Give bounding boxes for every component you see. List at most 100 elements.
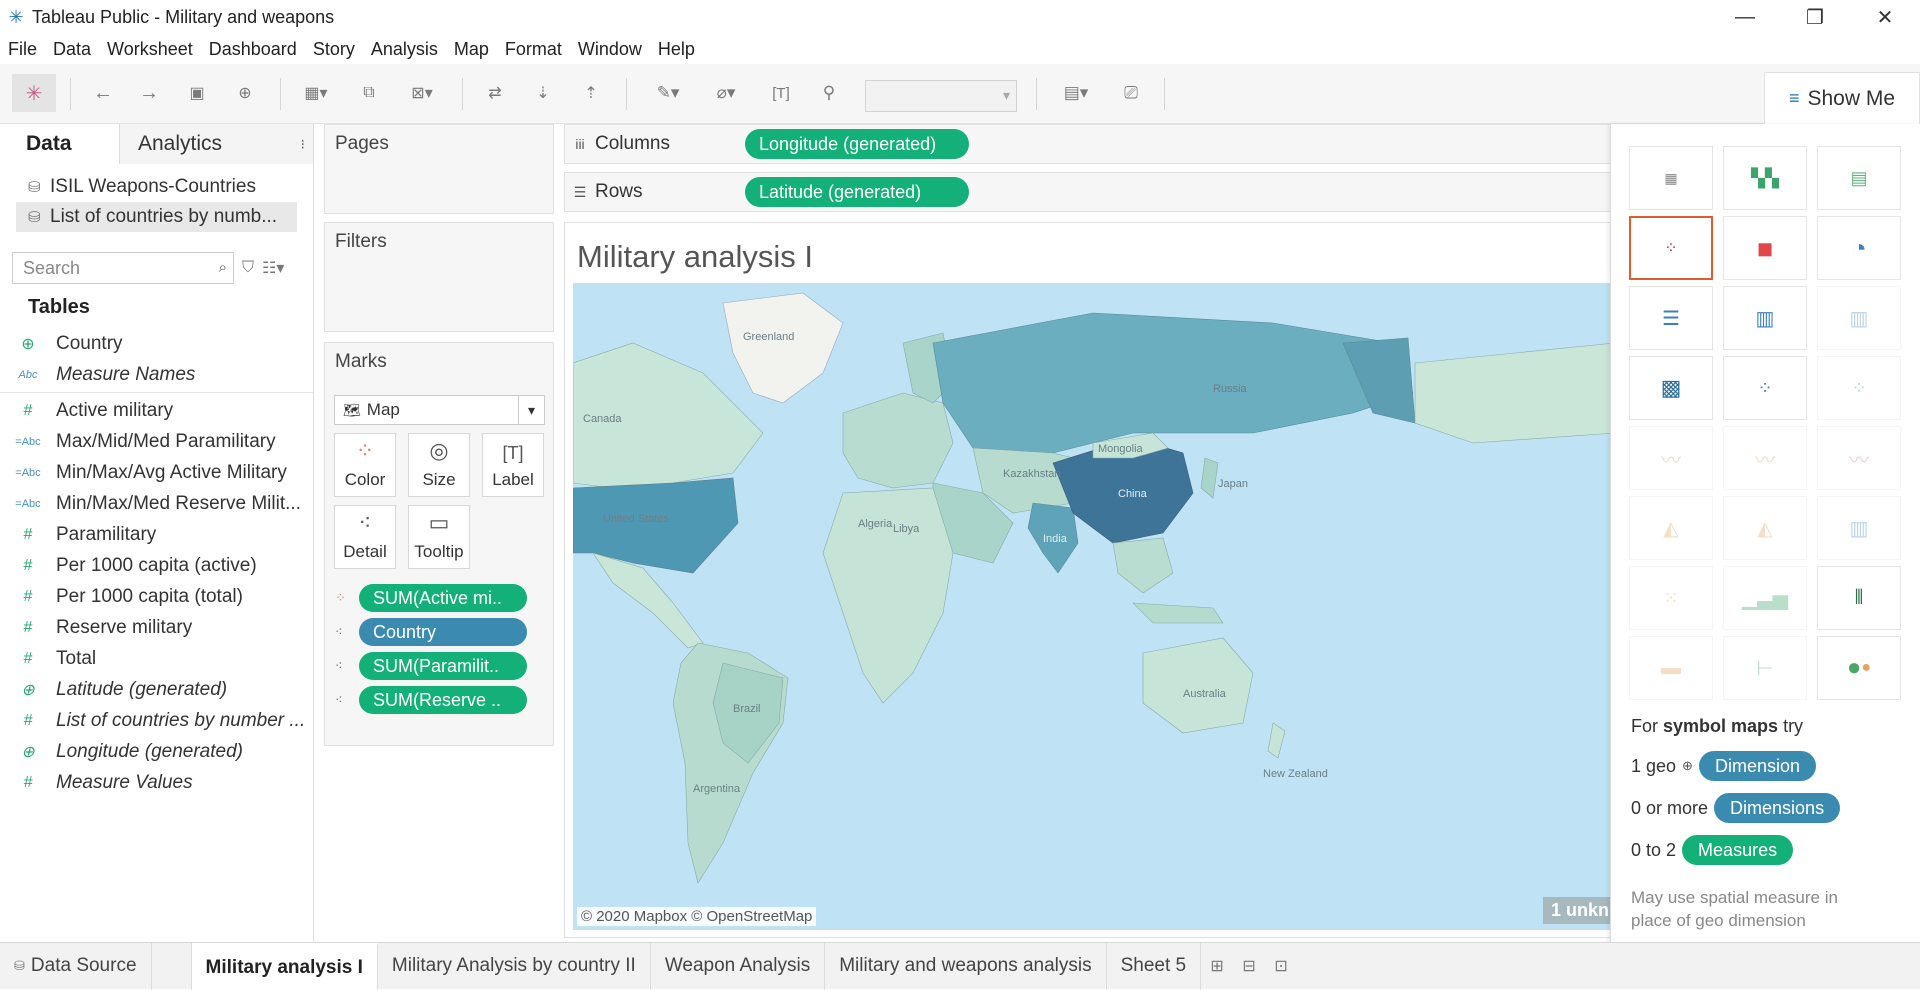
tab-military-analysis-by-country[interactable]: Military Analysis by country II — [378, 942, 651, 990]
packed-bubbles-chart-icon[interactable]: ● ● — [1817, 636, 1901, 700]
menu-help[interactable]: Help — [650, 39, 703, 60]
show-me-button[interactable]: ≡ Show Me — [1764, 72, 1920, 124]
circle-view-chart-icon[interactable]: ⁘ — [1723, 356, 1807, 420]
tab-sheet-5[interactable]: Sheet 5 — [1107, 942, 1202, 990]
menu-format[interactable]: Format — [497, 39, 570, 60]
tab-data[interactable]: Data — [0, 124, 120, 164]
detail-button[interactable]: ⁖ Detail — [334, 505, 396, 569]
mark-type-dropdown[interactable]: 🗺 Map ▾ — [334, 395, 545, 425]
new-worksheet-icon[interactable]: ▦▾ — [296, 74, 336, 112]
highlight-table-chart-icon[interactable]: ▤ — [1817, 146, 1901, 210]
swap-icon[interactable]: ⇄ — [480, 74, 510, 112]
redo-icon[interactable]: → — [134, 74, 164, 112]
datasource-item[interactable]: ⛁ ISIL Weapons-Countries — [0, 172, 313, 202]
new-datasource-icon[interactable]: ⊕ — [230, 74, 260, 112]
field-item[interactable]: Abc Measure Names — [0, 359, 313, 390]
new-story-icon[interactable]: ⊡ — [1265, 956, 1297, 976]
presentation-icon[interactable]: ⎚ — [1116, 74, 1146, 112]
field-item[interactable]: # List of countries by number ... — [0, 705, 313, 736]
marks-pill[interactable]: SUM(Paramilit.. — [359, 652, 527, 680]
sort-descending-icon[interactable]: ⇡ — [576, 74, 606, 112]
bullet-graph-chart-icon[interactable]: ⊢ — [1723, 636, 1807, 700]
tab-military-and-weapons-analysis[interactable]: Military and weapons analysis — [825, 942, 1107, 990]
heat-map-chart-icon[interactable]: ▚▚ — [1723, 146, 1807, 210]
tooltip-button[interactable]: ▭ Tooltip — [408, 505, 470, 569]
field-item[interactable]: # Paramilitary — [0, 519, 313, 550]
marks-pill[interactable]: SUM(Reserve .. — [359, 686, 527, 714]
tab-weapon-analysis[interactable]: Weapon Analysis — [651, 942, 826, 990]
pie-chart-icon[interactable]: ◔ — [1817, 216, 1901, 280]
clear-sheet-icon[interactable]: ⊠▾ — [402, 74, 442, 112]
pin-icon[interactable]: ⚲ — [814, 74, 844, 112]
rows-shelf[interactable]: ☰ Rows Latitude (generated) — [564, 172, 1614, 212]
area-discrete-chart-icon[interactable]: ◭ — [1723, 496, 1807, 560]
area-continuous-chart-icon[interactable]: ◭ — [1629, 496, 1713, 560]
view-options-icon[interactable]: ☷▾ — [262, 258, 284, 278]
labels-icon[interactable]: [T] — [766, 74, 796, 112]
line-continuous-chart-icon[interactable]: 〰 — [1629, 426, 1713, 490]
rows-pill[interactable]: Latitude (generated) — [745, 177, 969, 207]
save-icon[interactable]: ▣ — [182, 74, 212, 112]
restore-button[interactable]: ❐ — [1780, 0, 1850, 34]
box-whisker-chart-icon[interactable]: ⫴ — [1817, 566, 1901, 630]
filled-map[interactable]: Greenland Russia United States Canada Ch… — [573, 283, 1615, 930]
field-item[interactable]: ⊕ Latitude (generated) — [0, 674, 313, 705]
line-discrete-chart-icon[interactable]: 〰 — [1723, 426, 1807, 490]
field-item[interactable]: =Abc Max/Mid/Med Paramilitary — [0, 426, 313, 457]
tab-analytics[interactable]: Analytics — [120, 124, 313, 164]
treemap-chart-icon[interactable]: ▩ — [1629, 356, 1713, 420]
field-item[interactable]: # Active military — [0, 395, 313, 426]
undo-icon[interactable]: ← — [88, 74, 118, 112]
map-attribution[interactable]: © 2020 Mapbox © OpenStreetMap — [577, 907, 817, 926]
columns-pill[interactable]: Longitude (generated) — [745, 129, 969, 159]
scatter-plot-chart-icon[interactable]: ⁙ — [1629, 566, 1713, 630]
field-item[interactable]: ⊕ Longitude (generated) — [0, 736, 313, 767]
text-table-chart-icon[interactable]: ▦ — [1629, 146, 1713, 210]
new-worksheet-icon[interactable]: ⊞ — [1201, 956, 1233, 976]
menu-analysis[interactable]: Analysis — [363, 39, 446, 60]
side-by-side-circle-chart-icon[interactable]: ⁘ — [1817, 356, 1901, 420]
close-button[interactable]: ✕ — [1850, 0, 1920, 34]
stacked-bar-chart-icon[interactable]: ▥ — [1723, 286, 1807, 350]
new-dashboard-icon[interactable]: ⊟ — [1233, 956, 1265, 976]
tableau-home-icon[interactable]: ✳ — [12, 74, 56, 112]
field-item[interactable]: # Reserve military — [0, 612, 313, 643]
gantt-chart-icon[interactable]: ▬ — [1629, 636, 1713, 700]
unknown-indicator[interactable]: 1 unkn — [1543, 897, 1615, 924]
menu-worksheet[interactable]: Worksheet — [99, 39, 201, 60]
field-item[interactable]: # Measure Values — [0, 767, 313, 798]
filled-map-chart-icon[interactable]: ◼ — [1723, 216, 1807, 280]
menu-file[interactable]: File — [0, 39, 45, 60]
duplicate-sheet-icon[interactable]: ⧉ — [354, 74, 384, 112]
field-item[interactable]: # Per 1000 capita (active) — [0, 550, 313, 581]
symbol-map-chart-icon[interactable]: ⁘ — [1629, 216, 1713, 280]
tab-military-analysis-i[interactable]: Military analysis I — [191, 942, 378, 990]
dual-combination-chart-icon[interactable]: ▥ — [1817, 496, 1901, 560]
pages-card[interactable]: Pages — [324, 124, 554, 214]
marks-pill[interactable]: SUM(Active mi.. — [359, 584, 527, 612]
filter-icon[interactable]: ⛉ — [242, 259, 254, 277]
side-by-side-bar-chart-icon[interactable]: ▥ — [1817, 286, 1901, 350]
sort-ascending-icon[interactable]: ⇣ — [528, 74, 558, 112]
show-cards-icon[interactable]: ▤▾ — [1054, 74, 1098, 112]
menu-story[interactable]: Story — [305, 39, 363, 60]
histogram-chart-icon[interactable]: ▁▃▅ — [1723, 566, 1807, 630]
fit-dropdown[interactable] — [865, 80, 1017, 112]
field-item[interactable]: # Total — [0, 643, 313, 674]
menu-window[interactable]: Window — [570, 39, 650, 60]
field-item[interactable]: ⊕ Country — [0, 328, 313, 359]
group-icon[interactable]: ⌀▾ — [704, 74, 748, 112]
filters-card[interactable]: Filters — [324, 222, 554, 332]
color-button[interactable]: ⁘ Color — [334, 433, 396, 497]
dual-line-chart-icon[interactable]: 〰 — [1817, 426, 1901, 490]
menu-map[interactable]: Map — [446, 39, 497, 60]
worksheet-title[interactable]: Military analysis I — [577, 239, 813, 275]
minimize-button[interactable]: — — [1710, 0, 1780, 34]
datasource-item-selected[interactable]: ⛁ List of countries by numb... — [16, 202, 297, 232]
marks-pill[interactable]: Country — [359, 618, 527, 646]
search-input[interactable]: Search ⌕ — [12, 252, 234, 284]
menu-dashboard[interactable]: Dashboard — [201, 39, 305, 60]
tab-data-source[interactable]: ⛁ Data Source — [0, 942, 152, 990]
highlight-icon[interactable]: ✎▾ — [646, 74, 690, 112]
label-button[interactable]: [T] Label — [482, 433, 544, 497]
